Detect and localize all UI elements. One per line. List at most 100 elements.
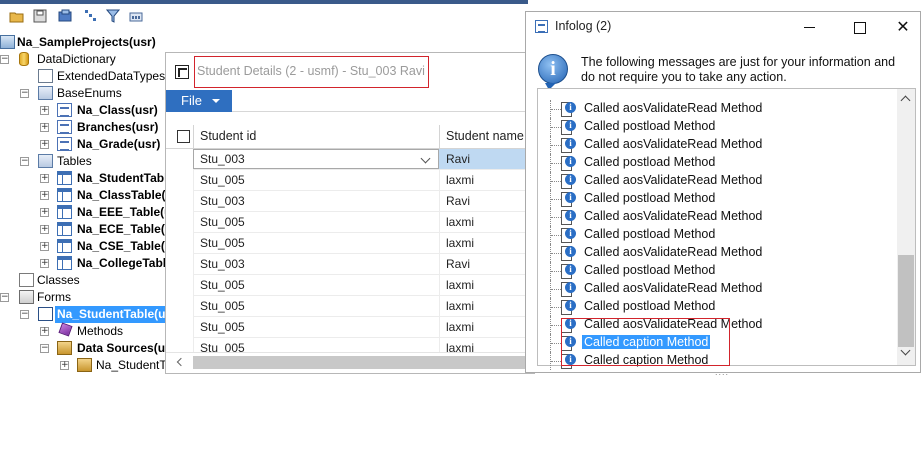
minimize-button[interactable] — [792, 14, 826, 40]
cell-student-id[interactable]: Stu_005 — [200, 299, 245, 313]
info-message-icon — [561, 174, 577, 189]
edt-icon — [38, 69, 53, 83]
cell-student-id[interactable]: Stu_005 — [200, 215, 245, 229]
data-source-icon — [77, 358, 92, 372]
expand-icon[interactable]: + — [40, 208, 49, 217]
vertical-scrollbar[interactable] — [897, 89, 915, 365]
expand-icon[interactable]: + — [40, 140, 49, 149]
info-message-icon — [561, 156, 577, 171]
table-row[interactable]: Stu_005 laxmi — [193, 317, 534, 338]
tree-line — [551, 361, 561, 362]
message-text: Called aosValidateRead Method — [584, 245, 763, 259]
collapse-icon[interactable]: − — [0, 55, 9, 64]
scrollbar-thumb[interactable] — [193, 356, 534, 369]
save-icon[interactable] — [33, 9, 48, 23]
collapse-icon[interactable]: − — [20, 89, 29, 98]
column-divider — [193, 125, 194, 149]
chevron-down-icon — [212, 99, 220, 103]
table-row[interactable]: Stu_005 laxmi — [193, 212, 534, 233]
compile-icon[interactable] — [58, 9, 73, 23]
cell-student-name[interactable]: Ravi — [446, 257, 470, 271]
table-icon — [57, 256, 72, 270]
import-icon[interactable] — [129, 9, 144, 23]
resize-grip[interactable]: .... — [715, 367, 729, 377]
maximize-button[interactable] — [842, 14, 876, 40]
tree-label: Na_SampleProjects(usr) — [17, 35, 156, 49]
scroll-up-icon[interactable] — [900, 95, 911, 106]
cell-student-name[interactable]: laxmi — [446, 173, 474, 187]
info-message-icon — [561, 120, 577, 135]
column-header-student-name[interactable]: Student name — [446, 129, 524, 143]
expand-icon[interactable]: + — [40, 242, 49, 251]
tree-line — [551, 271, 561, 272]
cell-student-id[interactable]: Stu_005 — [200, 173, 245, 187]
cell-student-id[interactable]: Stu_003 — [200, 152, 245, 166]
cell-student-name[interactable]: Ravi — [446, 152, 470, 166]
expand-icon[interactable]: + — [60, 361, 69, 370]
table-row[interactable]: Stu_005 laxmi — [193, 233, 534, 254]
column-divider[interactable] — [439, 125, 440, 149]
students-grid: Student id Student name Stu_003 Ravi Stu… — [166, 125, 534, 359]
tree-label: Na_Class(usr) — [77, 103, 158, 117]
table-row[interactable]: Stu_005 laxmi — [193, 296, 534, 317]
cell-student-name[interactable]: laxmi — [446, 299, 474, 313]
cell-student-id[interactable]: Stu_005 — [200, 236, 245, 250]
tree-line — [551, 163, 561, 164]
tree-label: Na_Grade(usr) — [77, 137, 161, 151]
close-button[interactable]: ✕ — [886, 14, 920, 40]
tree-label: Classes — [37, 273, 80, 287]
expand-icon[interactable]: + — [40, 225, 49, 234]
toolbar-strip — [0, 0, 528, 4]
table-icon — [57, 239, 72, 253]
expand-icon[interactable]: + — [40, 123, 49, 132]
cell-student-id[interactable]: Stu_003 — [200, 257, 245, 271]
expand-icon[interactable]: + — [40, 327, 49, 336]
infolog-window-icon — [535, 20, 548, 33]
open-folder-icon[interactable] — [9, 9, 24, 23]
table-row[interactable]: Stu_003 Ravi — [193, 149, 534, 170]
table-icon — [57, 222, 72, 236]
close-icon: ✕ — [896, 17, 910, 36]
collapse-icon[interactable]: − — [40, 344, 49, 353]
collapse-icon[interactable]: − — [20, 157, 29, 166]
forms-icon — [19, 290, 34, 304]
cell-student-name[interactable]: laxmi — [446, 320, 474, 334]
filter-icon[interactable] — [106, 9, 121, 23]
scroll-down-icon[interactable] — [900, 345, 911, 356]
project-icon — [0, 35, 15, 49]
horizontal-scrollbar[interactable] — [166, 352, 534, 372]
tree-label: BaseEnums — [57, 86, 122, 100]
info-message-icon — [561, 264, 577, 279]
cell-student-name[interactable]: laxmi — [446, 278, 474, 292]
table-row[interactable]: Stu_005 laxmi — [193, 275, 534, 296]
tree-line — [551, 235, 561, 236]
cell-student-name[interactable]: laxmi — [446, 215, 474, 229]
file-menu-label: File — [181, 93, 202, 108]
expand-icon[interactable]: + — [40, 191, 49, 200]
cell-student-name[interactable]: laxmi — [446, 236, 474, 250]
collapse-icon[interactable]: − — [20, 310, 29, 319]
info-message-icon — [561, 246, 577, 261]
tree-line — [551, 127, 561, 128]
form-window-icon — [175, 65, 189, 79]
collapse-icon[interactable]: − — [0, 293, 9, 302]
info-message-icon — [561, 192, 577, 207]
expand-icon[interactable]: + — [40, 174, 49, 183]
table-row[interactable]: Stu_003 Ravi — [193, 191, 534, 212]
table-row[interactable]: Stu_003 Ravi — [193, 254, 534, 275]
column-header-student-id[interactable]: Student id — [200, 129, 256, 143]
expand-icon[interactable]: + — [40, 259, 49, 268]
expand-icon[interactable]: + — [40, 106, 49, 115]
cell-student-id[interactable]: Stu_003 — [200, 194, 245, 208]
info-message: The following messages are just for your… — [581, 55, 896, 84]
scrollbar-thumb[interactable] — [898, 255, 914, 347]
select-all-checkbox[interactable] — [177, 130, 190, 143]
student-details-window: Student Details (2 - usmf) - Stu_003 Rav… — [165, 52, 535, 374]
cell-student-name[interactable]: Ravi — [446, 194, 470, 208]
cell-student-id[interactable]: Stu_005 — [200, 320, 245, 334]
scroll-left-icon[interactable] — [176, 357, 186, 367]
properties-icon[interactable] — [83, 9, 98, 23]
cell-student-id[interactable]: Stu_005 — [200, 278, 245, 292]
table-row[interactable]: Stu_005 laxmi — [193, 170, 534, 191]
file-menu-button[interactable]: File — [166, 90, 232, 112]
